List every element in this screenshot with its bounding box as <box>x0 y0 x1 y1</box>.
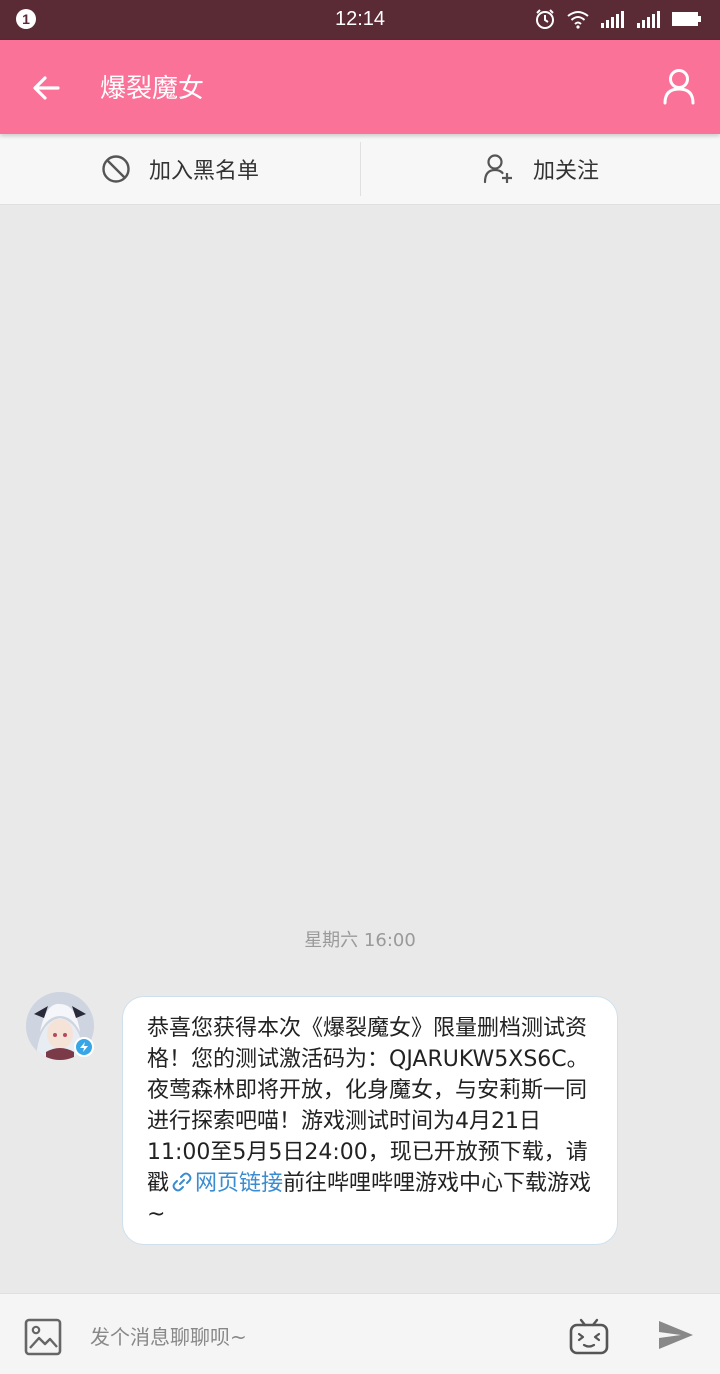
follow-button[interactable]: 加关注 <box>361 134 720 204</box>
lightning-icon <box>80 1042 88 1052</box>
battery-icon <box>672 12 701 26</box>
user-plus-icon <box>483 154 512 184</box>
follow-label: 加关注 <box>532 159 599 184</box>
message-timestamp: 星期六 16:00 <box>304 930 416 951</box>
wifi-icon <box>567 11 589 29</box>
verified-badge-icon <box>74 1037 94 1057</box>
message-input[interactable] <box>88 1314 542 1360</box>
signal-icon-1 <box>601 11 624 28</box>
ban-icon <box>102 155 130 183</box>
page-title: 爆裂魔女 <box>100 74 205 104</box>
message-bubble: 恭喜您获得本次《爆裂魔女》限量删档测试资格！您的测试激活码为：QJARUKW5X… <box>122 996 618 1245</box>
app-bar: 爆裂魔女 <box>0 40 720 134</box>
message-text: 恭喜您获得本次《爆裂魔女》限量删档测试资格！您的测试激活码为：QJARUKW5X… <box>147 1016 589 1196</box>
action-bar: 加入黑名单 加关注 <box>0 134 720 205</box>
back-button[interactable] <box>28 70 64 106</box>
image-icon <box>24 1318 62 1356</box>
input-bar <box>0 1293 720 1374</box>
alarm-icon <box>536 9 554 29</box>
add-to-blacklist-label: 加入黑名单 <box>148 159 259 184</box>
arrow-left-icon <box>33 76 60 100</box>
add-to-blacklist-button[interactable]: 加入黑名单 <box>0 134 360 204</box>
web-link[interactable]: 网页链接 <box>195 1171 283 1196</box>
profile-button[interactable] <box>662 67 696 105</box>
send-icon <box>659 1321 693 1349</box>
emoji-button[interactable] <box>569 1316 609 1356</box>
link-icon <box>172 1172 192 1192</box>
send-button[interactable] <box>657 1318 695 1352</box>
signal-icon-2 <box>637 11 660 28</box>
bilibili-tv-emoji-icon <box>569 1318 609 1355</box>
status-bar: 1 12:14 <box>0 0 720 40</box>
image-button[interactable] <box>24 1318 62 1356</box>
user-icon <box>663 69 695 105</box>
status-icons <box>534 8 702 30</box>
